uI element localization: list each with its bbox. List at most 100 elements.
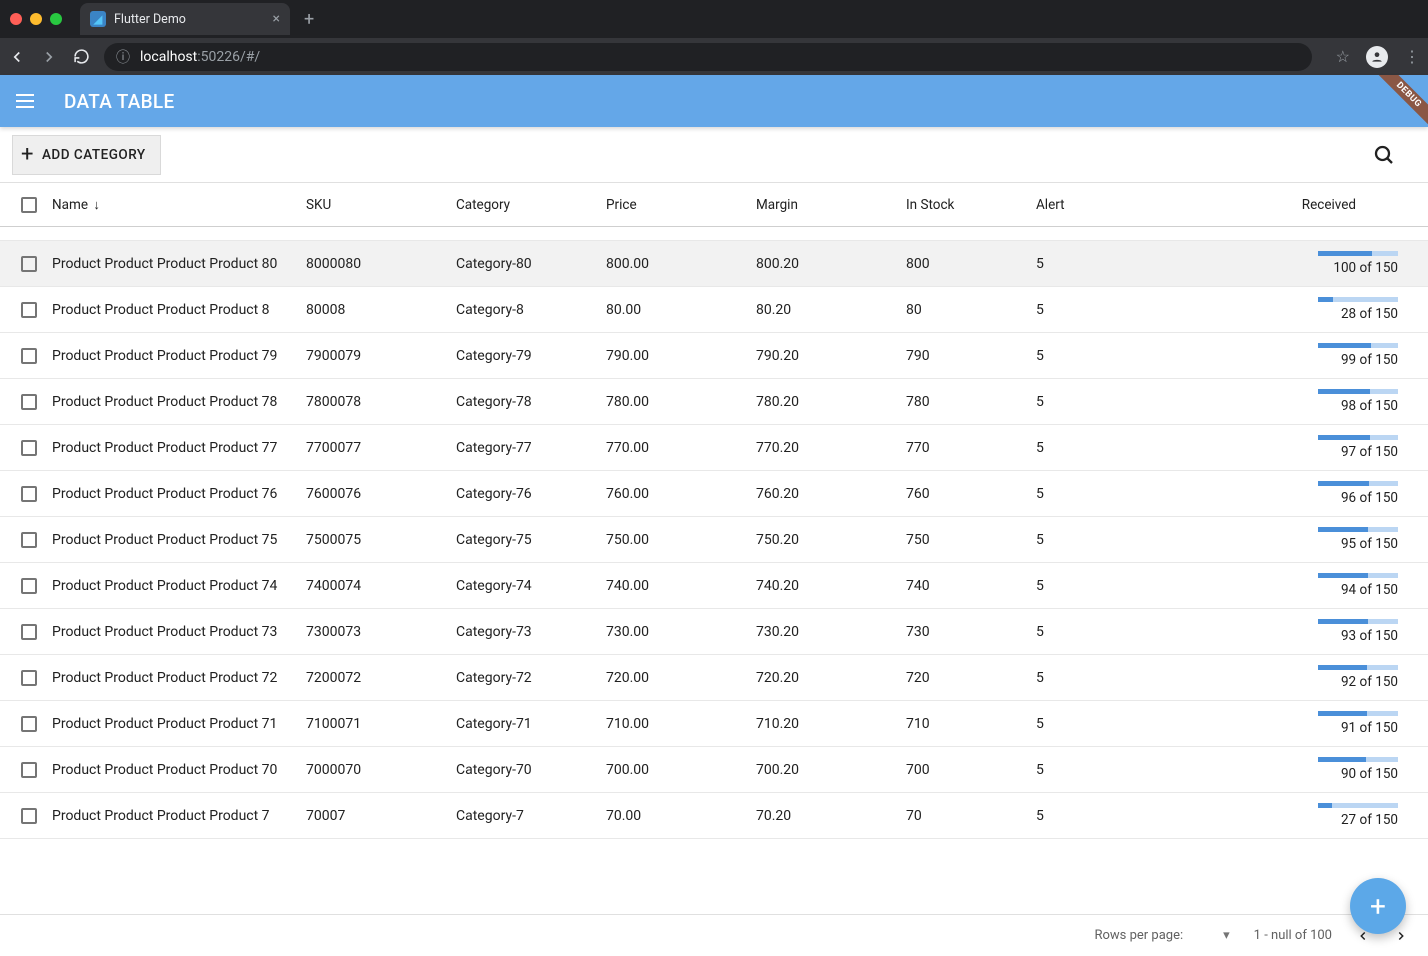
rows-per-page-dropdown[interactable]: ▾	[1223, 928, 1230, 943]
window-minimize-icon[interactable]	[30, 13, 42, 25]
cell-sku: 80008	[306, 302, 456, 318]
nav-back-icon[interactable]	[8, 48, 26, 66]
header-sku[interactable]: SKU	[306, 197, 456, 213]
cell-name: Product Product Product Product 8	[46, 302, 306, 318]
nav-forward-icon[interactable]	[40, 48, 58, 66]
cell-in-stock: 760	[906, 486, 1036, 502]
cell-category: Category-78	[456, 394, 606, 410]
header-received[interactable]: Received	[1146, 197, 1416, 213]
cell-received: 96 of 150	[1146, 481, 1416, 506]
row-checkbox[interactable]	[21, 808, 37, 824]
table-row[interactable]: Product Product Product Product 71710007…	[0, 701, 1428, 747]
add-category-label: ADD CATEGORY	[42, 147, 146, 163]
data-table: Name ↓ SKU Category Price Margin In Stoc…	[0, 183, 1428, 956]
cell-category: Category-72	[456, 670, 606, 686]
cell-alert: 5	[1036, 762, 1146, 778]
table-row[interactable]: Product Product Product Product 77770007…	[0, 425, 1428, 471]
cell-price: 720.00	[606, 670, 756, 686]
progress-bar	[1318, 527, 1398, 532]
browser-menu-icon[interactable]: ⋮	[1404, 47, 1420, 66]
header-margin[interactable]: Margin	[756, 197, 906, 213]
new-tab-icon[interactable]: +	[304, 9, 314, 30]
cell-name: Product Product Product Product 75	[46, 532, 306, 548]
cell-category: Category-77	[456, 440, 606, 456]
table-row[interactable]: Product Product Product Product 78780007…	[0, 379, 1428, 425]
cell-name: Product Product Product Product 74	[46, 578, 306, 594]
table-row[interactable]: Product Product Product Product 80800008…	[0, 241, 1428, 287]
browser-chrome: ◢ Flutter Demo × + ⓘ localhost:50226/#/ …	[0, 0, 1428, 75]
table-row[interactable]: Product Product Product Product 70700007…	[0, 747, 1428, 793]
select-all-checkbox[interactable]	[21, 197, 37, 213]
table-row[interactable]: Product Product Product Product 74740007…	[0, 563, 1428, 609]
row-checkbox[interactable]	[21, 670, 37, 686]
row-checkbox[interactable]	[21, 440, 37, 456]
cell-sku: 7200072	[306, 670, 456, 686]
row-checkbox[interactable]	[21, 624, 37, 640]
table-row[interactable]: Product Product Product Product 75750007…	[0, 517, 1428, 563]
cell-alert: 5	[1036, 256, 1146, 272]
tab-close-icon[interactable]: ×	[273, 11, 280, 27]
site-info-icon[interactable]: ⓘ	[116, 47, 130, 67]
app-title: DATA TABLE	[64, 90, 175, 113]
page-next-icon[interactable]	[1394, 929, 1408, 943]
cell-in-stock: 710	[906, 716, 1036, 732]
received-text: 101 of 150	[1333, 227, 1398, 230]
table-row[interactable]: Product Product Product Product 73730007…	[0, 609, 1428, 655]
plus-icon: +	[21, 144, 34, 166]
window-close-icon[interactable]	[10, 13, 22, 25]
cell-name: Product Product Product Product 77	[46, 440, 306, 456]
table-row[interactable]: Product Product Product Product 79790007…	[0, 333, 1428, 379]
header-alert[interactable]: Alert	[1036, 197, 1146, 213]
cell-received: 95 of 150	[1146, 527, 1416, 552]
row-checkbox[interactable]	[21, 256, 37, 272]
header-name[interactable]: Name ↓	[46, 197, 306, 213]
cell-in-stock: 790	[906, 348, 1036, 364]
profile-avatar-icon[interactable]	[1366, 46, 1388, 68]
row-checkbox[interactable]	[21, 348, 37, 364]
progress-bar	[1318, 619, 1398, 624]
cell-alert: 5	[1036, 394, 1146, 410]
cell-category: Category-71	[456, 716, 606, 732]
add-category-button[interactable]: + ADD CATEGORY	[12, 135, 161, 175]
bookmark-star-icon[interactable]: ☆	[1336, 47, 1350, 66]
row-checkbox[interactable]	[21, 532, 37, 548]
row-checkbox[interactable]	[21, 302, 37, 318]
browser-tab[interactable]: ◢ Flutter Demo ×	[80, 3, 290, 35]
cell-sku: 70007	[306, 808, 456, 824]
row-checkbox[interactable]	[21, 394, 37, 410]
address-bar[interactable]: ⓘ localhost:50226/#/	[104, 43, 1312, 71]
header-in-stock[interactable]: In Stock	[906, 197, 1036, 213]
header-category[interactable]: Category	[456, 197, 606, 213]
cell-alert: 5	[1036, 532, 1146, 548]
header-price[interactable]: Price	[606, 197, 756, 213]
cell-price: 70.00	[606, 808, 756, 824]
table-row[interactable]: Product Product Product Product 880008Ca…	[0, 287, 1428, 333]
row-checkbox[interactable]	[21, 762, 37, 778]
hamburger-menu-icon[interactable]	[16, 89, 40, 113]
window-controls[interactable]	[10, 13, 62, 25]
cell-received: 90 of 150	[1146, 757, 1416, 782]
search-icon[interactable]	[1372, 143, 1396, 167]
table-row[interactable]: Product Product Product Product 76760007…	[0, 471, 1428, 517]
table-row[interactable]: Product Product Product Product 81810008…	[0, 227, 1428, 241]
cell-name: Product Product Product Product 7	[46, 808, 306, 824]
row-checkbox[interactable]	[21, 486, 37, 502]
nav-reload-icon[interactable]	[72, 48, 90, 65]
cell-margin: 780.20	[756, 394, 906, 410]
cell-margin: 700.20	[756, 762, 906, 778]
window-zoom-icon[interactable]	[50, 13, 62, 25]
row-checkbox[interactable]	[21, 716, 37, 732]
row-checkbox[interactable]	[21, 578, 37, 594]
progress-bar	[1318, 435, 1398, 440]
table-body[interactable]: Product Product Product Product 81810008…	[0, 227, 1428, 956]
cell-received: 93 of 150	[1146, 619, 1416, 644]
cell-alert: 5	[1036, 578, 1146, 594]
cell-alert: 5	[1036, 808, 1146, 824]
cell-in-stock: 800	[906, 256, 1036, 272]
table-row[interactable]: Product Product Product Product 770007Ca…	[0, 793, 1428, 839]
cell-alert: 5	[1036, 440, 1146, 456]
cell-sku: 7800078	[306, 394, 456, 410]
fab-add-button[interactable]: +	[1350, 878, 1406, 934]
received-text: 28 of 150	[1341, 306, 1398, 322]
table-row[interactable]: Product Product Product Product 72720007…	[0, 655, 1428, 701]
